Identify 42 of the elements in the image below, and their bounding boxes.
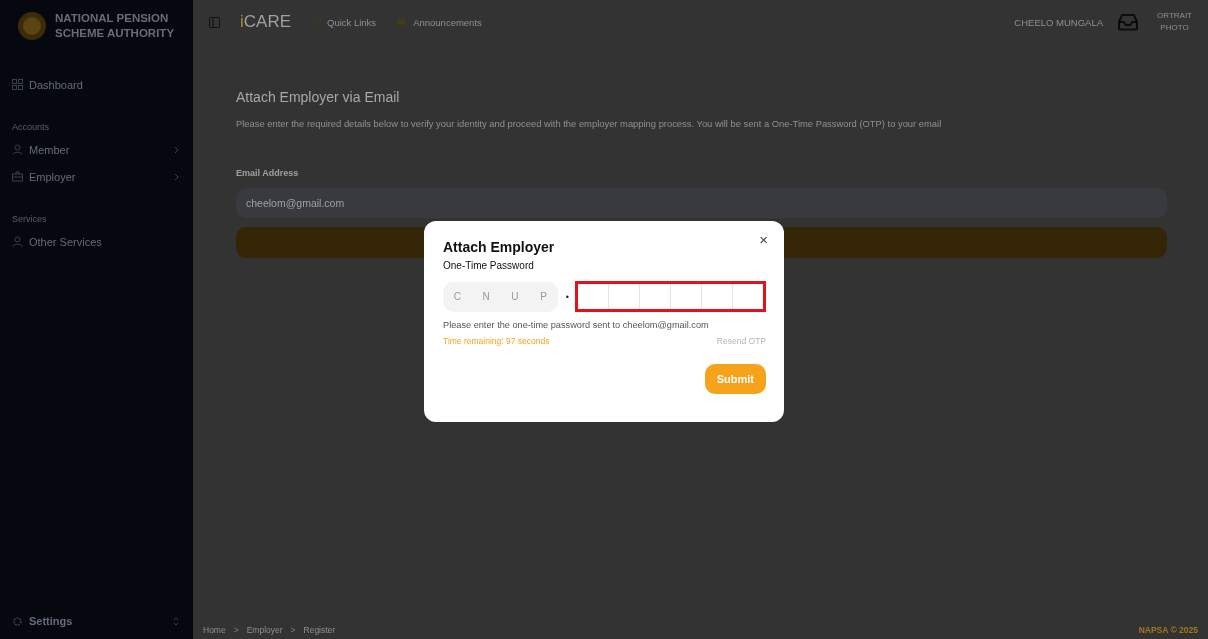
- breadcrumb-link[interactable]: Register: [303, 625, 336, 635]
- grid-icon: [12, 79, 23, 90]
- brand-name: SCHEME AUTHORITY: [55, 26, 175, 41]
- emblem-icon: [17, 11, 47, 41]
- user-icon: [12, 236, 23, 247]
- page-title: Attach Employer via Email: [236, 89, 401, 105]
- briefcase-icon: [12, 171, 23, 182]
- nav-item[interactable]: Dashboard: [0, 71, 193, 98]
- inbox-icon[interactable]: [1117, 13, 1140, 31]
- field-label: Email Address: [236, 168, 300, 178]
- close-button[interactable]: ×: [757, 231, 770, 248]
- nav-item[interactable]: Other Services: [0, 228, 193, 255]
- app-logo: iCARE: [240, 12, 291, 32]
- email-field[interactable]: cheelom@gmail.com: [236, 188, 1167, 218]
- dialog-title: Attach Employer: [443, 239, 555, 255]
- breadcrumb-link[interactable]: Home: [203, 625, 226, 635]
- section-label: Services: [11, 213, 48, 226]
- user-name: CHEELO MUNGALA: [1014, 16, 1104, 28]
- updown-icon: [173, 616, 179, 626]
- header-link[interactable]: Announcements: [396, 16, 482, 28]
- photo-alt-text: ORTRAIT: [1157, 10, 1192, 22]
- link-icon: [311, 16, 322, 28]
- header-link[interactable]: Quick Links: [311, 16, 377, 28]
- section-label: Accounts: [11, 121, 51, 134]
- gear-icon: [12, 615, 23, 627]
- breadcrumb-separator: >: [290, 625, 296, 635]
- dialog-subtitle: One-Time Password: [443, 260, 535, 271]
- breadcrumb-link[interactable]: Employer: [246, 625, 283, 635]
- page-description: Please enter the required details below to verify your identity and proceed with the employer mapping process. You will be sent a One-Time Password (OTP) to your email: [236, 118, 943, 129]
- user-icon: [12, 144, 23, 155]
- separator-dot: •: [565, 291, 569, 302]
- nav-item[interactable]: Employer: [0, 163, 193, 190]
- nav-item[interactable]: Member: [0, 136, 193, 163]
- copyright: NAPSA © 2025: [1138, 625, 1198, 635]
- breadcrumb-separator: >: [233, 625, 239, 635]
- otp-hint: Please enter the one-time password sent to cheelom@gmail.com: [443, 320, 710, 330]
- settings-item[interactable]: Settings: [0, 603, 193, 639]
- countdown-text: Time remaining: 97 seconds: [443, 336, 550, 346]
- brand-name: NATIONAL PENSION: [55, 11, 170, 26]
- photo-alt-text: PHOTO: [1160, 22, 1189, 34]
- otp-prefix: C N U P: [443, 281, 558, 312]
- sidebar-toggle-icon[interactable]: [209, 16, 220, 28]
